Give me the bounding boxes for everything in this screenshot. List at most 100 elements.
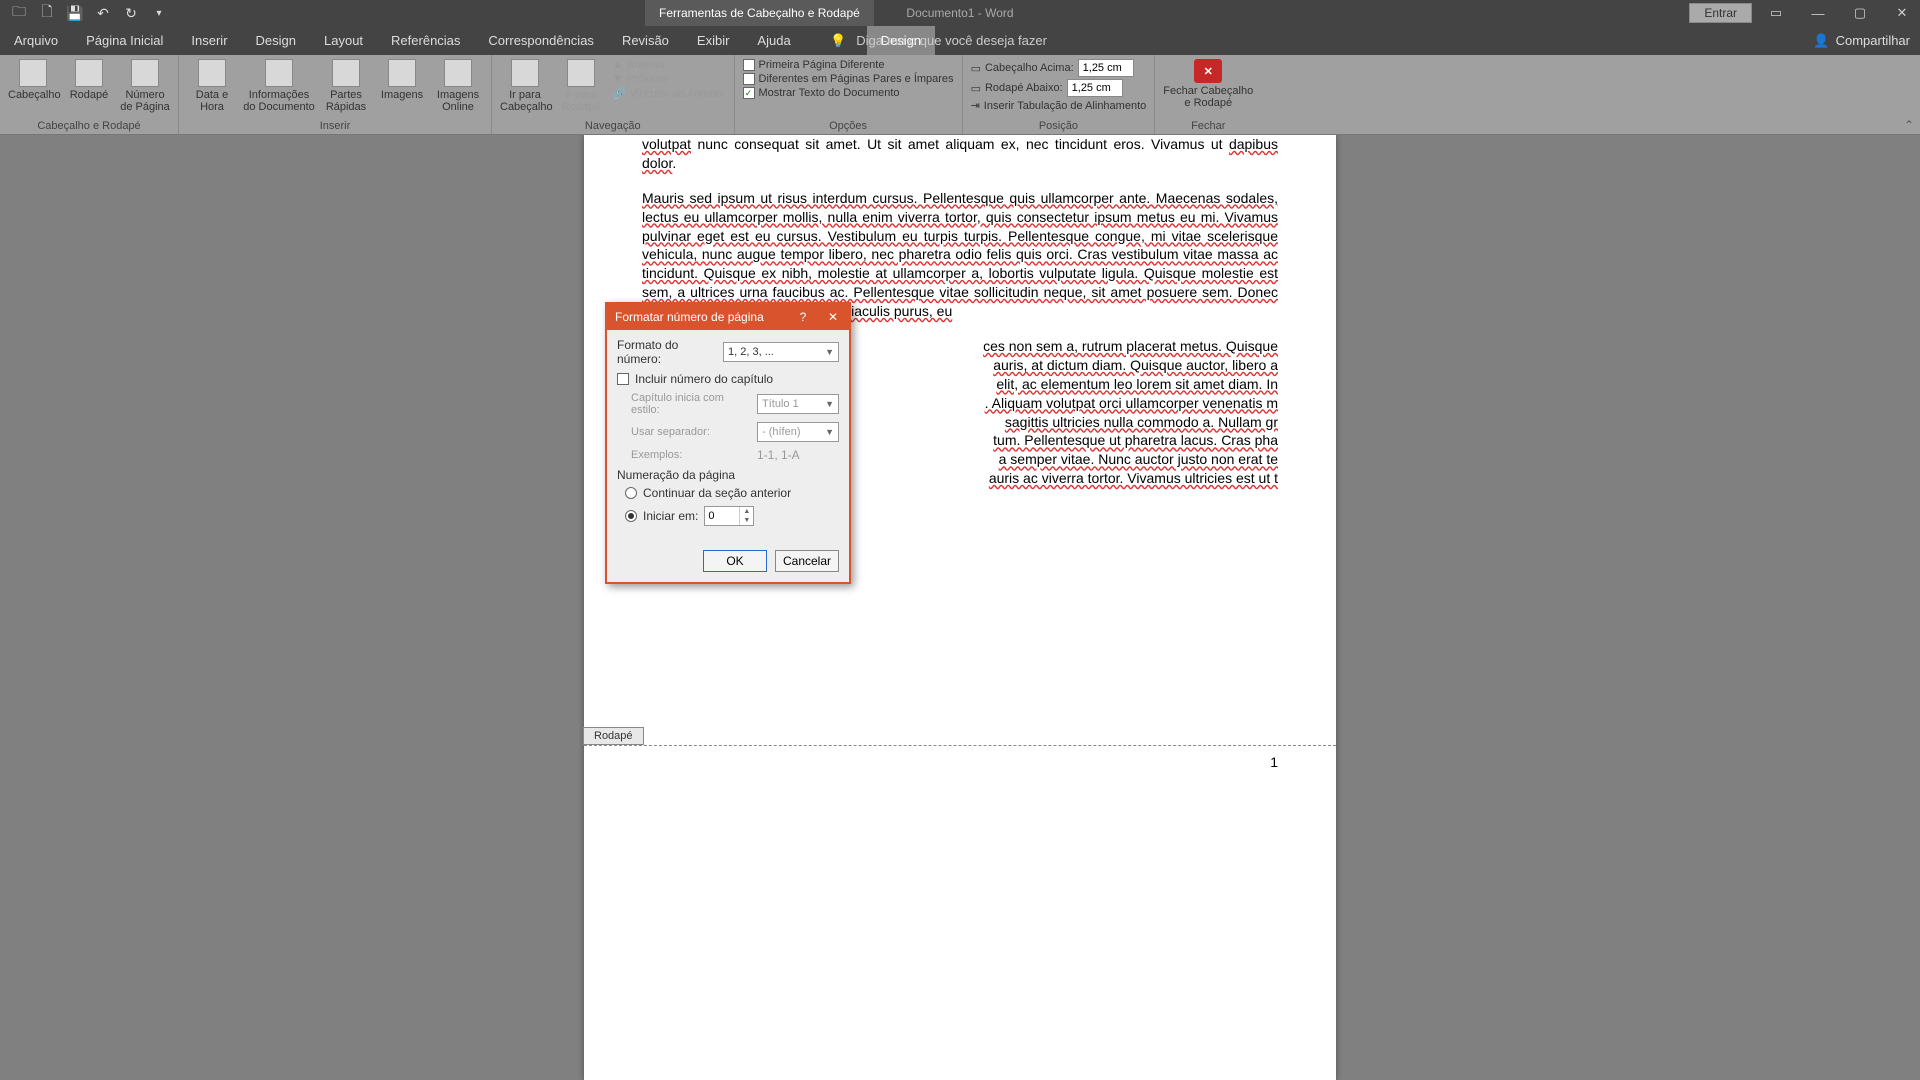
proximo-button: ▼Próximo (612, 73, 726, 85)
tab-align-icon: ⇥ (971, 99, 980, 112)
rodape-button[interactable]: Rodapé (64, 59, 114, 101)
exemplos-label: Exemplos: (631, 449, 751, 461)
imagens-button[interactable]: Imagens (377, 59, 427, 101)
tab-design[interactable]: Design (242, 26, 310, 55)
prev-icon: ▲ (612, 59, 623, 71)
numero-pagina-button[interactable]: Número de Página (120, 59, 170, 113)
chevron-down-icon: ▼ (825, 399, 834, 409)
iniciar-em-input[interactable] (705, 510, 739, 522)
fechar-hf-button[interactable]: ✕ Fechar Cabeçalho e Rodapé (1163, 59, 1253, 109)
ok-button[interactable]: OK (703, 550, 767, 572)
page-number-icon (131, 59, 159, 87)
maximize-icon[interactable]: ▢ (1842, 0, 1878, 26)
exemplos-value: 1-1, 1-A (757, 448, 800, 462)
group-opcoes: Primeira Página Diferente Diferentes em … (735, 55, 963, 134)
group-posicao-label: Posição (971, 120, 1147, 132)
rodape-abaixo-row: ▭ Rodapé Abaixo: (971, 79, 1147, 97)
cabecalho-acima-input[interactable] (1078, 59, 1134, 77)
cabecalho-button[interactable]: Cabeçalho (8, 59, 58, 101)
ribbon-display-icon[interactable]: ▭ (1758, 0, 1794, 26)
link-icon: 🔗 (612, 87, 626, 100)
anterior-label: Anterior (627, 59, 666, 71)
info-documento-label: Informações do Documento (243, 89, 315, 113)
cabecalho-label: Cabeçalho (8, 89, 58, 101)
chevron-down-icon: ▼ (825, 427, 834, 437)
goto-header-icon (511, 59, 539, 87)
tab-correspondencias[interactable]: Correspondências (474, 26, 608, 55)
redo-icon[interactable]: ↻ (122, 4, 140, 22)
usar-separador-value: - (hífen) (762, 426, 801, 438)
undo-icon[interactable]: ↶ (94, 4, 112, 22)
group-hf-label: Cabeçalho e Rodapé (8, 120, 170, 132)
mostrar-texto-checkbox[interactable]: ✓Mostrar Texto do Documento (743, 87, 954, 99)
doc-text: elit, ac elementum leo lorem sit amet di… (996, 375, 1278, 394)
iniciar-em-spinner[interactable]: ▲▼ (704, 506, 754, 526)
cancelar-button[interactable]: Cancelar (775, 550, 839, 572)
ir-rodape-label: Ir para Rodapé (556, 89, 606, 113)
chevron-down-icon: ▼ (825, 347, 834, 357)
dialog-titlebar[interactable]: Formatar número de página ? ✕ (607, 304, 849, 330)
tell-me[interactable]: 💡 Diga-me o que você deseja fazer (830, 26, 1047, 55)
save-icon[interactable]: 🗀 (10, 4, 28, 22)
close-window-icon[interactable]: ✕ (1884, 0, 1920, 26)
checkbox-icon (743, 59, 755, 71)
save-disk-icon[interactable]: 💾 (66, 4, 84, 22)
dialog-help-icon[interactable]: ? (791, 310, 815, 324)
formato-numero-select[interactable]: 1, 2, 3, ... ▼ (723, 342, 839, 362)
tab-referencias[interactable]: Referências (377, 26, 474, 55)
continuar-radio[interactable] (625, 487, 637, 499)
iniciar-em-radio[interactable] (625, 510, 637, 522)
collapse-ribbon-icon[interactable]: ⌃ (1904, 118, 1914, 132)
dialog-close-icon[interactable]: ✕ (821, 310, 845, 324)
primeira-diferente-checkbox[interactable]: Primeira Página Diferente (743, 59, 954, 71)
partes-rapidas-label: Partes Rápidas (321, 89, 371, 113)
doc-text: sagittis ultricies nulla commodo a. Null… (1005, 413, 1278, 432)
group-inserir: Data e Hora Informações do Documento Par… (179, 55, 492, 134)
imagens-online-label: Imagens Online (433, 89, 483, 113)
checkbox-icon (743, 73, 755, 85)
inserir-tab-alinhamento-button[interactable]: ⇥ Inserir Tabulação de Alinhamento (971, 99, 1147, 112)
spin-up-icon[interactable]: ▲ (740, 507, 753, 516)
page-number[interactable]: 1 (584, 746, 1336, 770)
ir-cabecalho-label: Ir para Cabeçalho (500, 89, 550, 113)
datetime-icon (198, 59, 226, 87)
header-icon (19, 59, 47, 87)
partes-rapidas-button[interactable]: Partes Rápidas (321, 59, 371, 113)
qat-more-icon[interactable]: ▾ (150, 4, 168, 22)
signin-button[interactable]: Entrar (1689, 3, 1752, 23)
incluir-capitulo-checkbox[interactable] (617, 373, 629, 385)
tab-layout[interactable]: Layout (310, 26, 377, 55)
share-icon: 👤 (1813, 33, 1829, 49)
doc-text: nunc consequat sit amet. Ut sit amet ali… (691, 136, 1229, 152)
primeira-label: Primeira Página Diferente (759, 59, 885, 71)
data-hora-button[interactable]: Data e Hora (187, 59, 237, 113)
formato-numero-value: 1, 2, 3, ... (728, 346, 774, 358)
numero-pagina-label: Número de Página (120, 89, 170, 113)
spinner-buttons[interactable]: ▲▼ (739, 507, 753, 525)
group-inserir-label: Inserir (187, 120, 483, 132)
mostrar-label: Mostrar Texto do Documento (759, 87, 900, 99)
tab-inserir[interactable]: Inserir (177, 26, 241, 55)
formato-numero-label: Formato do número: (617, 338, 717, 366)
incluir-capitulo-label: Incluir número do capítulo (635, 372, 773, 386)
tab-arquivo[interactable]: Arquivo (0, 26, 72, 55)
capitulo-inicia-select: Título 1 ▼ (757, 394, 839, 414)
fechar-hf-label: Fechar Cabeçalho e Rodapé (1163, 85, 1253, 109)
new-icon[interactable]: 🗋 (38, 4, 56, 22)
doc-text: . Aliquam volutpat orci ullamcorper vene… (985, 394, 1278, 413)
imagens-online-button[interactable]: Imagens Online (433, 59, 483, 113)
info-documento-button[interactable]: Informações do Documento (243, 59, 315, 113)
pares-impares-checkbox[interactable]: Diferentes em Páginas Pares e Ímpares (743, 73, 954, 85)
tab-pagina-inicial[interactable]: Página Inicial (72, 26, 177, 55)
tab-exibir[interactable]: Exibir (683, 26, 744, 55)
minimize-icon[interactable]: — (1800, 0, 1836, 26)
spin-down-icon[interactable]: ▼ (740, 516, 753, 525)
tab-revisao[interactable]: Revisão (608, 26, 683, 55)
document-title: Documento1 - Word (0, 6, 1920, 20)
share-button[interactable]: 👤 Compartilhar (1813, 26, 1910, 55)
doc-text: tum. Pellentesque ut pharetra lacus. Cra… (993, 431, 1278, 450)
ir-cabecalho-button[interactable]: Ir para Cabeçalho (500, 59, 550, 113)
dialog-body: Formato do número: 1, 2, 3, ... ▼ Inclui… (607, 330, 849, 542)
rodape-abaixo-input[interactable] (1067, 79, 1123, 97)
tab-ajuda[interactable]: Ajuda (743, 26, 804, 55)
